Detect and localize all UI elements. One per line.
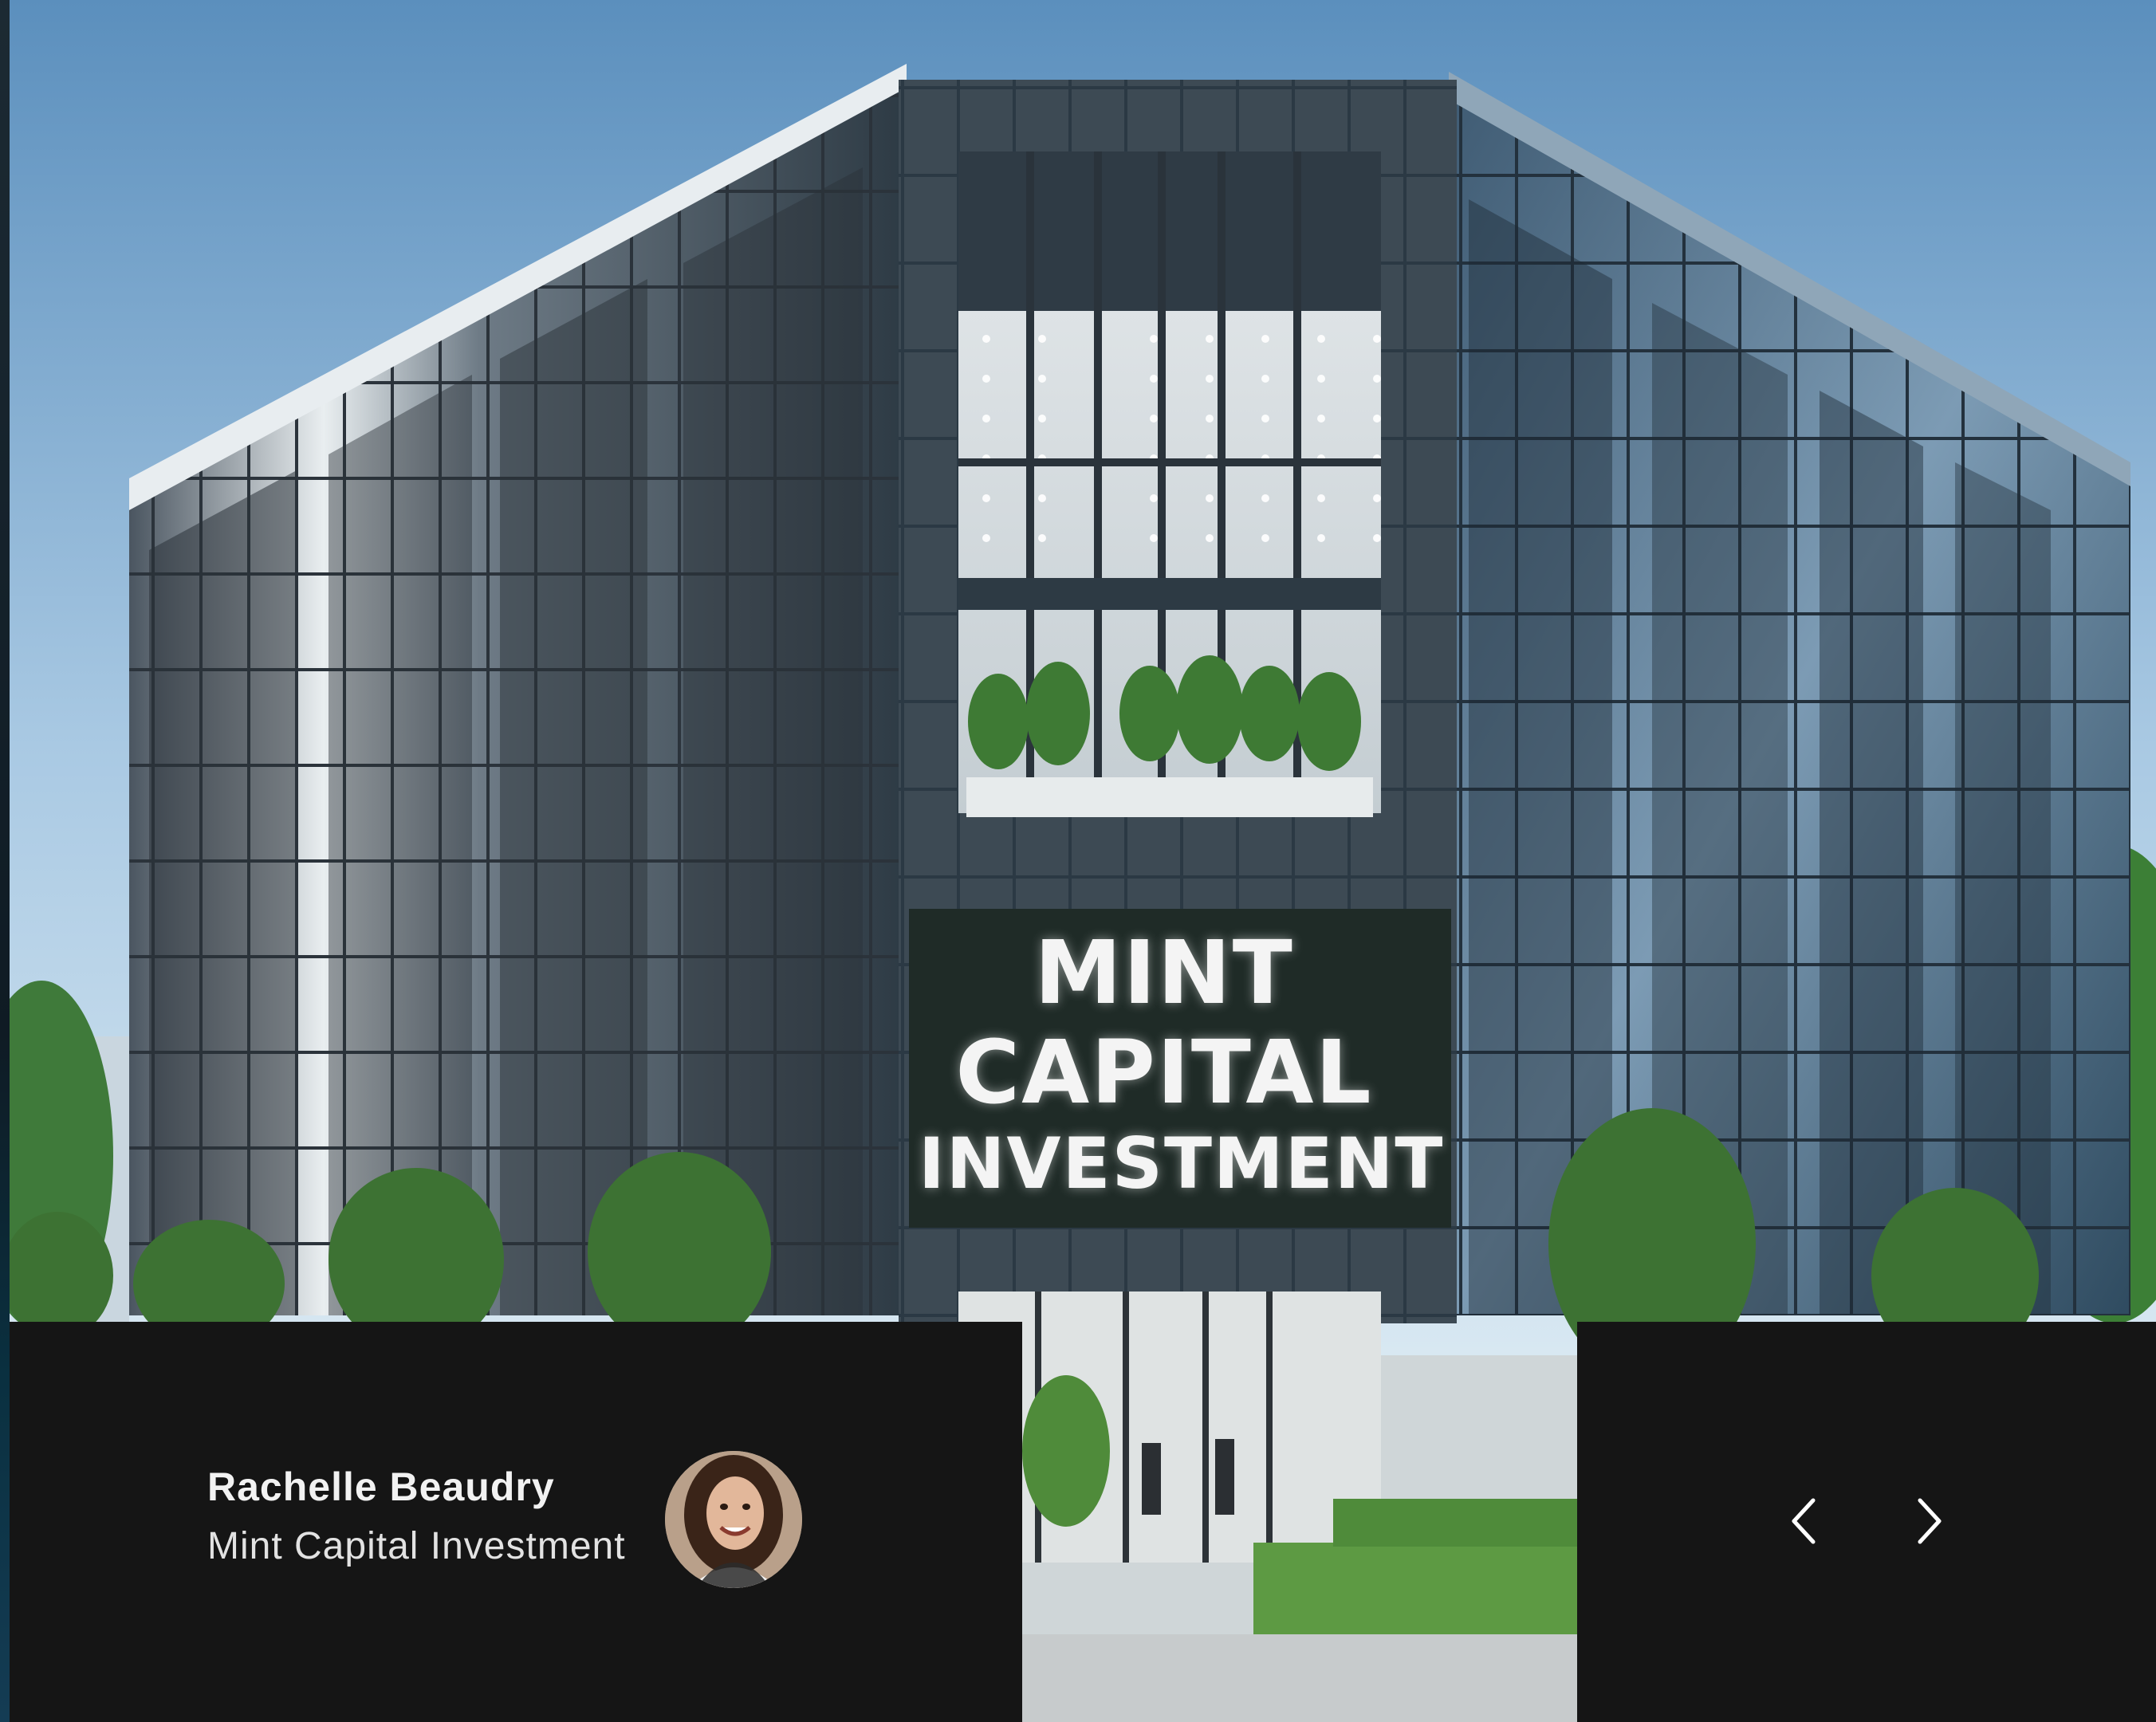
navigation-panel xyxy=(1577,1322,2156,1722)
author-name: Rachelle Beaudry xyxy=(207,1464,555,1509)
previous-slide-button[interactable] xyxy=(1772,1489,1835,1553)
author-avatar xyxy=(665,1451,802,1588)
chevron-left-icon xyxy=(1792,1498,1816,1544)
sign-line-investment: INVESTMENT xyxy=(919,1122,1445,1205)
sign-line-capital: CAPITAL xyxy=(955,1021,1373,1123)
next-slide-button[interactable] xyxy=(1898,1489,1961,1553)
author-company: Mint Capital Investment xyxy=(207,1525,626,1567)
author-panel xyxy=(10,1322,1022,1722)
left-edge-strip xyxy=(0,0,10,1722)
chevron-right-icon xyxy=(1918,1498,1942,1544)
sign-line-mint: MINT xyxy=(1034,922,1294,1024)
testimonial-slide: MINT CAPITAL INVESTMENT Rachelle Beaudry… xyxy=(0,0,2156,1722)
